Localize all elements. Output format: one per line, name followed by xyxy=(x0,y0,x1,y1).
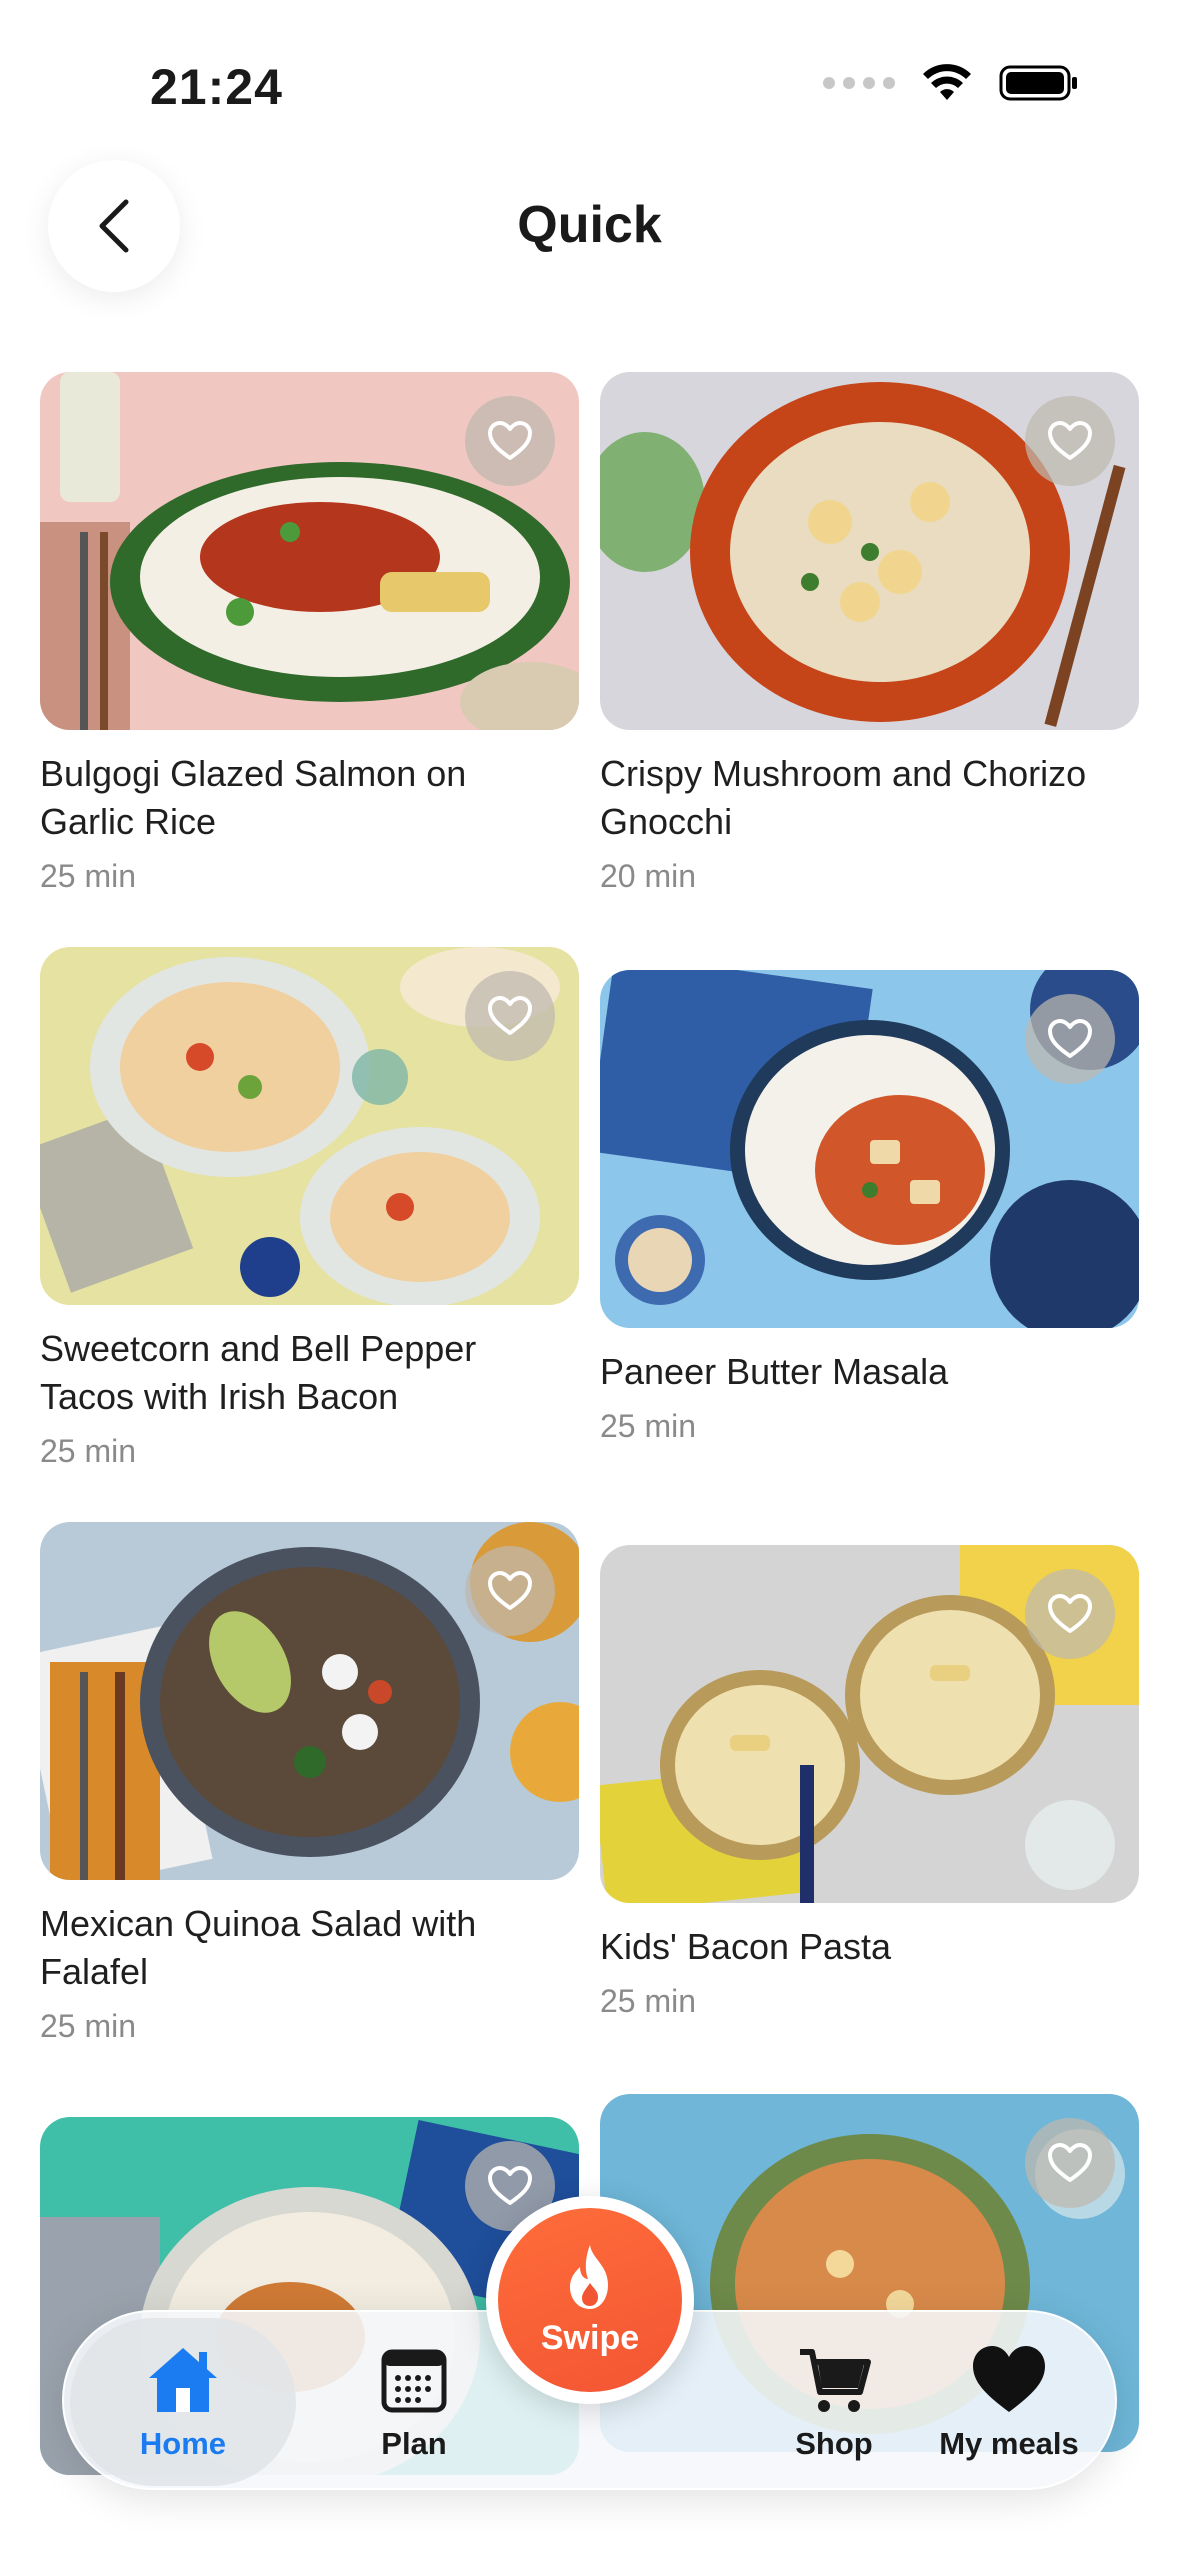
recipe-card[interactable]: Kids' Bacon Pasta 25 min xyxy=(600,1545,1139,2020)
recipe-image xyxy=(600,1545,1139,1903)
recipe-time: 20 min xyxy=(600,858,697,894)
heart-outline-icon xyxy=(1048,1019,1092,1058)
recipe-title: Paneer Butter Masala xyxy=(600,1351,949,1392)
heart-outline-icon xyxy=(1048,1594,1092,1633)
swipe-button-inner: Swipe xyxy=(498,2208,682,2392)
status-time: 21:24 xyxy=(150,59,283,115)
favorite-button[interactable] xyxy=(1025,1569,1115,1659)
tab-my-meals[interactable]: My meals xyxy=(904,2312,1114,2492)
favorite-button[interactable] xyxy=(1025,994,1115,1084)
tab-plan-label: Plan xyxy=(381,2426,447,2461)
recipe-image xyxy=(40,372,579,730)
recipe-card[interactable]: Bulgogi Glazed Salmon on Garlic Rice 25 … xyxy=(40,372,579,895)
heart-outline-icon xyxy=(488,996,532,1035)
recipe-image xyxy=(40,947,579,1305)
recipe-card[interactable]: Mexican Quinoa Salad with Falafel 25 min xyxy=(40,1522,579,2045)
swipe-label: Swipe xyxy=(540,2318,640,2357)
heart-outline-icon xyxy=(488,1571,532,1610)
heart-outline-icon xyxy=(488,2166,532,2205)
favorite-button[interactable] xyxy=(465,971,555,1061)
flame-icon xyxy=(570,2244,608,2309)
favorite-button[interactable] xyxy=(1025,2118,1115,2208)
header: Quick xyxy=(0,150,1179,300)
status-icons xyxy=(823,64,1079,102)
tab-my-meals-label: My meals xyxy=(939,2426,1079,2461)
recipe-time: 25 min xyxy=(40,858,137,894)
heart-outline-icon xyxy=(1048,421,1092,460)
heart-outline-icon xyxy=(488,421,532,460)
calendar-icon xyxy=(381,2349,447,2413)
favorite-button[interactable] xyxy=(465,1546,555,1636)
recipe-card[interactable]: Paneer Butter Masala 25 min xyxy=(600,970,1139,1445)
recipe-title: Kids' Bacon Pasta xyxy=(600,1926,892,1967)
recipe-title: Mexican Quinoa Salad with Falafel xyxy=(40,1903,477,1992)
tab-home[interactable]: Home xyxy=(70,2318,296,2486)
heart-outline-icon xyxy=(1048,2143,1092,2182)
page-title: Quick xyxy=(517,196,662,254)
tab-shop-label: Shop xyxy=(795,2426,873,2461)
recipe-time: 25 min xyxy=(40,2008,137,2044)
tab-shop[interactable]: Shop xyxy=(754,2312,914,2492)
tab-plan[interactable]: Plan xyxy=(334,2312,494,2492)
recipe-card[interactable]: Crispy Mushroom and Chorizo Gnocchi 20 m… xyxy=(600,372,1139,895)
cellular-signal-icon xyxy=(823,77,895,89)
home-icon xyxy=(149,2348,217,2412)
swipe-button[interactable]: Swipe xyxy=(486,2196,694,2404)
tab-home-label: Home xyxy=(139,2426,227,2461)
recipe-time: 25 min xyxy=(40,1433,137,1469)
recipe-image xyxy=(40,1522,579,1880)
favorite-button[interactable] xyxy=(465,396,555,486)
recipe-card[interactable]: Sweetcorn and Bell Pepper Tacos with Iri… xyxy=(40,947,579,1470)
recipe-title: Bulgogi Glazed Salmon on Garlic Rice xyxy=(40,753,467,842)
battery-icon xyxy=(999,65,1077,101)
recipe-title: Sweetcorn and Bell Pepper Tacos with Iri… xyxy=(40,1328,477,1417)
favorite-button[interactable] xyxy=(1025,396,1115,486)
cart-icon xyxy=(800,2349,871,2412)
heart-icon xyxy=(973,2346,1045,2412)
recipe-image xyxy=(600,372,1139,730)
recipe-time: 25 min xyxy=(600,1408,697,1444)
recipe-title: Crispy Mushroom and Chorizo Gnocchi xyxy=(600,753,1087,842)
recipe-time: 25 min xyxy=(600,1983,697,2019)
recipe-image xyxy=(600,970,1139,1328)
status-bar: 21:24 xyxy=(0,0,1179,150)
wifi-icon xyxy=(923,64,971,100)
